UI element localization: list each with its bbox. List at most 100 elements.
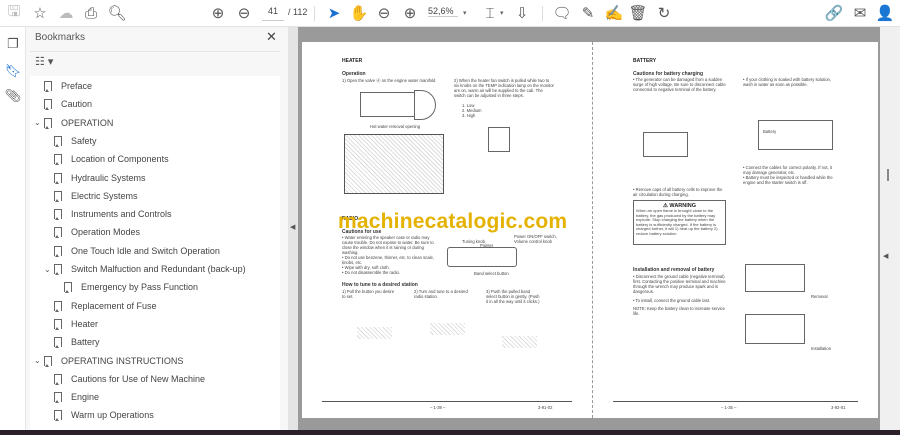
text: 1) Pull the button you desire to set. (342, 289, 395, 299)
bookmark-label: OPERATING INSTRUCTIONS (61, 355, 184, 366)
scroll-thumb[interactable] (887, 169, 889, 181)
panel-resize-handle[interactable]: ◀ (288, 27, 298, 430)
collapse-arrow-icon[interactable]: ◀ (290, 223, 295, 231)
bookmark-icon (64, 282, 72, 294)
close-icon[interactable]: ✕ (266, 29, 277, 45)
bookmark-icon (54, 318, 62, 330)
bookmark-icon (54, 373, 62, 385)
star-icon[interactable]: ☆ (30, 4, 50, 22)
caution-item: • Do not use benzene, thinner, etc. to c… (342, 255, 435, 265)
email-icon[interactable]: ✉ (850, 4, 870, 22)
page-up-icon[interactable]: ⊕ (208, 4, 228, 22)
zoom-level-input[interactable]: 52,6% (428, 6, 458, 17)
text: • The generator can be damaged from a su… (633, 77, 726, 92)
bookmark-item[interactable]: Safety (44, 132, 97, 150)
battery-removal-figure (745, 264, 805, 292)
bookmark-icon (54, 172, 62, 184)
zoom-search-icon[interactable]: 🔍︎ (107, 4, 127, 22)
warning-box: ⚠ WARNING When an open flame is brought … (633, 200, 726, 245)
page-number-input[interactable]: 41 (262, 6, 284, 21)
divider (30, 51, 280, 52)
page-footer-line (613, 401, 858, 402)
toolbar: 🖫 ☆ ☁ ⎙ 🔍︎ ⊕ ⊖ 41 / 112 ➤ ✋ ⊖ ⊕ 52,6% ▾ … (0, 0, 900, 27)
bookmark-item[interactable]: Battery (44, 333, 100, 351)
chevron-down-icon[interactable]: ▾ (500, 9, 504, 17)
engine-photo (344, 134, 444, 194)
bookmark-item[interactable]: ⌄ Switch Malfuction and Redundant (back-u… (44, 260, 246, 278)
bookmark-item[interactable]: Engine (44, 388, 99, 406)
figure-label: Installation (811, 346, 832, 351)
vertical-scrollbar[interactable]: ◀ (880, 27, 900, 430)
bookmark-item[interactable]: Replacement of Fuse (44, 297, 157, 315)
bookmark-label: Preface (61, 81, 93, 91)
text: 1) Open the valve Ⓐ on the engine water … (342, 78, 436, 83)
print-icon[interactable]: ⎙ (81, 4, 101, 22)
bookmark-item[interactable]: Emergency by Pass Function (54, 278, 198, 296)
bookmark-label: Hydraulic Systems (71, 172, 146, 183)
sign-icon[interactable]: ✍ (604, 4, 624, 22)
chevron-down-icon[interactable]: ▾ (463, 9, 467, 17)
bookmark-item[interactable]: Instruments and Controls (44, 205, 172, 223)
scroll-mode-icon[interactable]: ⇩ (512, 4, 532, 22)
page-down-icon[interactable]: ⊖ (234, 4, 254, 22)
chevron-down-icon[interactable]: ⌄ (34, 356, 44, 365)
text: • Connect the cables for correct polarit… (743, 165, 832, 175)
bookmark-icon[interactable]: 🔖︎ (4, 62, 22, 80)
zoom-in-icon[interactable]: ⊕ (400, 4, 420, 22)
share-link-icon[interactable]: 🔗 (824, 4, 844, 22)
bookmark-item[interactable]: Operation Modes (44, 223, 140, 241)
delete-icon[interactable]: 🗑 (628, 4, 648, 22)
bookmark-item[interactable]: ⌄ OPERATING INSTRUCTIONS (34, 352, 183, 370)
zoom-out-icon[interactable]: ⊖ (374, 4, 394, 22)
text: 2) When the heater fan switch is pulled … (454, 78, 554, 98)
save-icon[interactable]: 🖫 (4, 3, 24, 22)
button-figure (502, 336, 537, 348)
bookmark-icon (44, 355, 52, 367)
chevron-down-icon[interactable]: ⌄ (34, 118, 44, 127)
select-cursor-icon[interactable]: ➤ (324, 4, 344, 22)
bookmark-item[interactable]: Preface (34, 77, 92, 95)
chevron-down-icon[interactable]: ⌄ (44, 265, 54, 274)
subheading: How to tune to a desired station (342, 282, 418, 288)
attachment-icon[interactable]: 📎︎ (4, 87, 22, 105)
bookmark-label: Battery (71, 337, 100, 348)
comment-icon[interactable]: 🗨 (552, 4, 572, 22)
bookmark-label: Electric Systems (71, 190, 138, 201)
bookmark-icon (54, 410, 62, 422)
bookmark-icon (54, 154, 62, 166)
button-figure (430, 323, 465, 335)
options-menu-button[interactable]: ☷ ▾ (35, 55, 53, 68)
bookmark-item[interactable]: Location of Components (44, 150, 169, 168)
note: NOTE: Keep the battery clean to increase… (633, 306, 725, 316)
bookmark-item[interactable]: Heater (44, 315, 98, 333)
hand-icon[interactable]: ✋ (349, 4, 369, 22)
bookmark-item[interactable]: Hydraulic Systems (44, 169, 146, 187)
text: • Remove caps of all battery cells to im… (633, 187, 723, 197)
bookmark-icon (54, 209, 62, 221)
button-figure (357, 327, 392, 339)
expand-arrow-icon[interactable]: ◀ (883, 252, 888, 260)
bookmark-label: Cautions for Use of New Machine (71, 373, 206, 384)
bookmark-icon (54, 135, 62, 147)
bookmark-item[interactable]: ⌄ OPERATION (34, 114, 113, 132)
divider (314, 6, 315, 21)
bookmark-item[interactable]: Electric Systems (44, 187, 138, 205)
figure-label: Hot water removal opening (370, 124, 421, 129)
figure-label: Band select button (474, 271, 509, 276)
bookmark-item[interactable]: One Touch Idle and Switch Operation (44, 242, 220, 260)
bookmark-item[interactable]: Cautions for Use of New Machine (44, 370, 205, 388)
subheading: Installation and removal of battery (633, 267, 715, 273)
battery-install-figure (745, 314, 805, 344)
text: 3) Push the pulled band select button in… (486, 289, 540, 304)
text: • Disconnect the ground cable (negative … (633, 274, 726, 294)
pages-icon[interactable]: ❐ (4, 35, 22, 53)
page-fit-icon[interactable]: ⌶ (480, 4, 500, 22)
rotate-icon[interactable]: ↻ (654, 4, 674, 22)
add-user-icon[interactable]: 👤 (875, 4, 895, 22)
bookmark-label: Safety (71, 135, 97, 146)
bookmark-item[interactable]: Caution (34, 95, 92, 113)
page-footer-line (322, 401, 572, 402)
highlight-icon[interactable]: ✎ (578, 4, 598, 22)
bookmark-item[interactable]: Warm up Operations (44, 406, 154, 424)
cloud-upload-icon[interactable]: ☁ (56, 4, 76, 22)
